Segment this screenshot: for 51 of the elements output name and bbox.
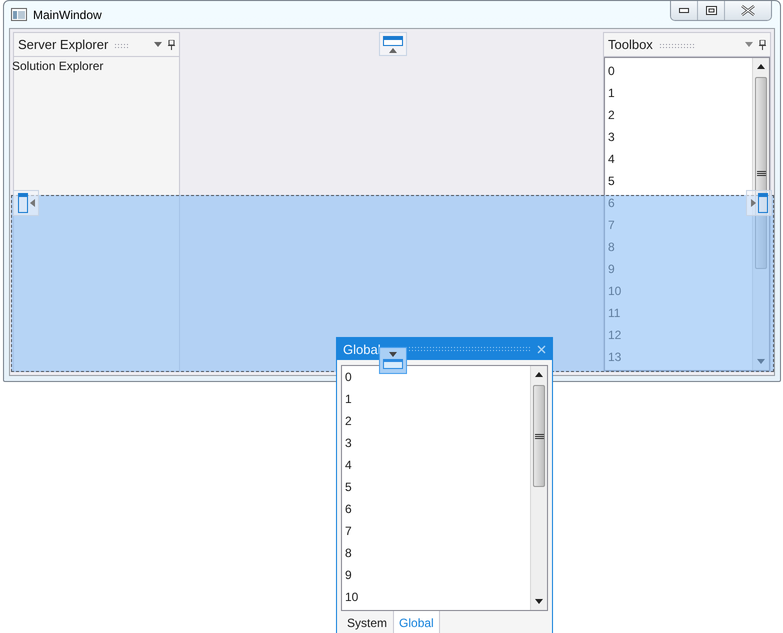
pin-icon[interactable]	[759, 40, 766, 50]
dock-right-button[interactable]	[746, 190, 772, 216]
close-icon	[741, 4, 755, 16]
scrollbar[interactable]	[530, 366, 547, 610]
grip-icon	[534, 434, 544, 438]
dock-left-button[interactable]	[13, 190, 39, 216]
list-item[interactable]: 0	[608, 64, 615, 78]
list-item[interactable]: 3	[345, 436, 352, 450]
close-button[interactable]	[725, 0, 771, 20]
list-item[interactable]: 6	[345, 502, 352, 516]
scroll-down-icon	[757, 359, 765, 364]
list-item[interactable]: 10	[345, 590, 358, 604]
dropdown-icon	[745, 42, 753, 47]
restore-button[interactable]	[698, 0, 725, 20]
scroll-up-icon	[757, 64, 765, 69]
list-item[interactable]: 2	[608, 108, 615, 122]
tab[interactable]: System	[341, 611, 394, 633]
pin-icon[interactable]	[168, 40, 175, 50]
caret-icon	[30, 199, 34, 207]
tab[interactable]: Global	[393, 611, 440, 633]
restore-icon	[706, 6, 716, 14]
caret-icon	[389, 48, 397, 52]
scrollbar[interactable]	[752, 58, 769, 370]
list-item[interactable]: 1	[345, 392, 352, 406]
dock-center-button[interactable]	[379, 347, 407, 374]
grip-icon	[756, 170, 766, 176]
minimize-button[interactable]	[671, 0, 698, 20]
list-item[interactable]: 5	[345, 480, 352, 494]
list-item[interactable]: 4	[608, 152, 615, 166]
minimize-icon	[679, 8, 689, 12]
list-item[interactable]: 7	[345, 524, 352, 538]
panel-bottom-icon	[383, 359, 403, 369]
app-icon	[11, 8, 27, 21]
scroll-down-icon	[535, 599, 543, 604]
list-item[interactable]: 9	[345, 568, 352, 582]
window-title: MainWindow	[33, 8, 102, 22]
dock-top-button[interactable]	[379, 32, 407, 56]
panel-left-icon	[18, 193, 28, 213]
panel-title: Server Explorer	[18, 37, 108, 52]
list-item[interactable]: 8	[345, 546, 352, 560]
list-item[interactable]: 5	[608, 174, 615, 188]
list-item[interactable]: 2	[345, 414, 352, 428]
list-item[interactable]: 1	[608, 86, 615, 100]
panel-title: Toolbox	[608, 37, 653, 52]
panel-top-icon	[383, 36, 403, 46]
panel-content-text: Solution Explorer	[12, 58, 104, 73]
panel-right-icon	[758, 193, 768, 213]
dropdown-icon	[154, 42, 162, 47]
list-item[interactable]: 0	[345, 370, 352, 384]
list-item[interactable]: 3	[608, 130, 615, 144]
list-item[interactable]: 4	[345, 458, 352, 472]
